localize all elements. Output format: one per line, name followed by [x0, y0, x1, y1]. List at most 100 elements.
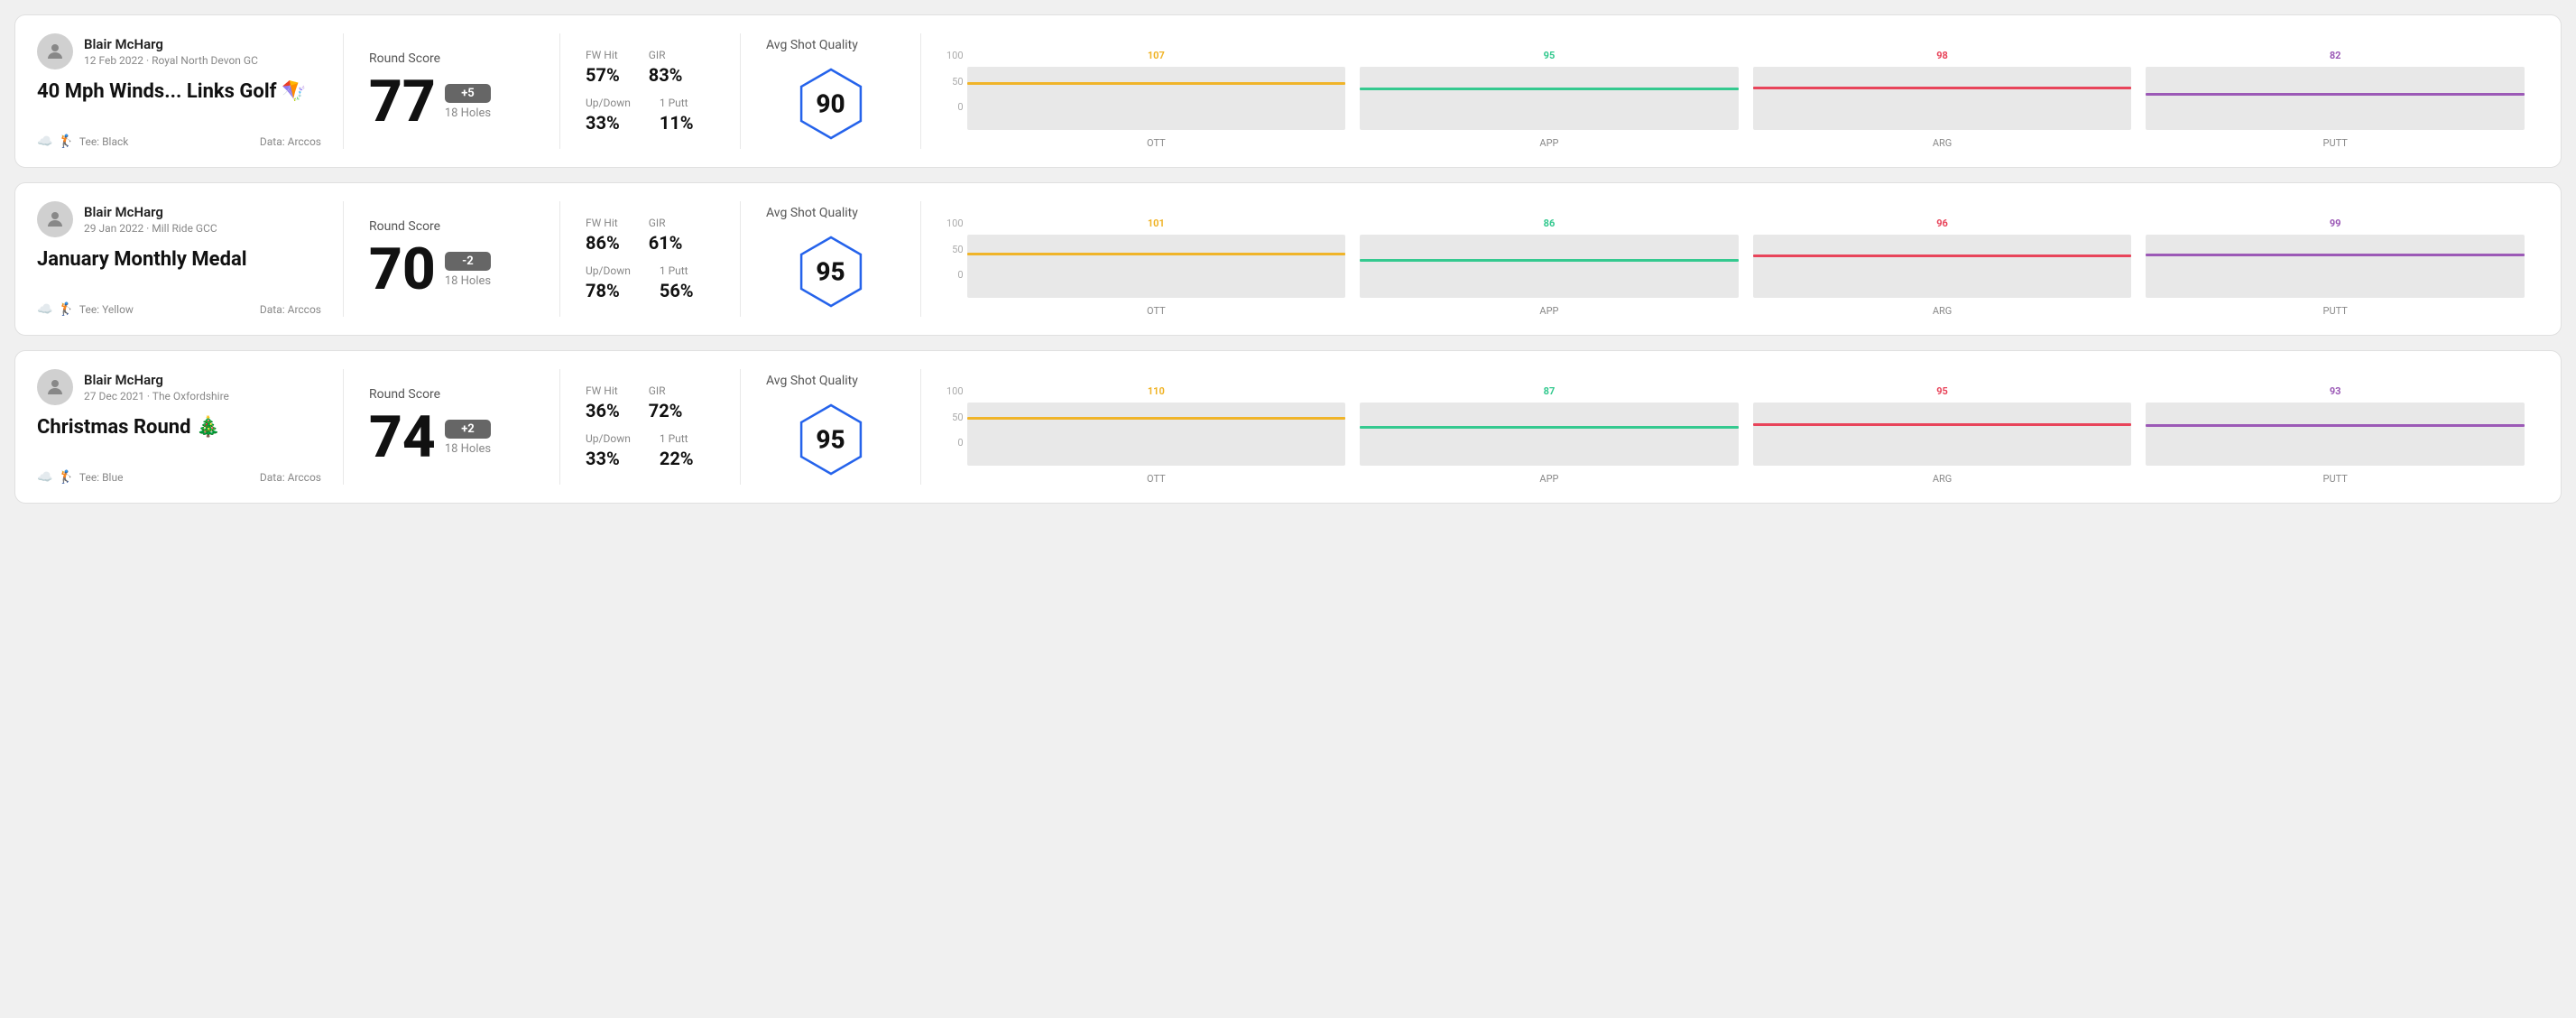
gir-label: GIR	[649, 217, 683, 229]
bar-label: OTT	[1147, 473, 1166, 485]
left-section: Blair McHarg 27 Dec 2021 · The Oxfordshi…	[37, 369, 344, 485]
quality-section: Avg Shot Quality 95	[741, 201, 921, 317]
avatar	[37, 369, 73, 405]
stats-row-bottom: Up/Down 33% 1 Putt 11%	[586, 97, 715, 134]
bag-icon: 🏌	[58, 470, 73, 485]
bar-bg	[1753, 235, 2132, 298]
user-name: Blair McHarg	[84, 372, 229, 388]
chart-col-putt: 99 PUTT	[2146, 217, 2525, 317]
bar-bg	[2146, 403, 2525, 466]
bar-fill	[2146, 254, 2525, 256]
updown-value: 78%	[586, 280, 631, 301]
chart-col-app: 86 APP	[1360, 217, 1739, 317]
bar-bg	[1753, 403, 2132, 466]
bar-label: OTT	[1147, 305, 1166, 317]
score-number: 70	[369, 241, 436, 299]
quality-score: 95	[816, 257, 845, 287]
fw-hit-value: 36%	[586, 400, 620, 421]
user-info: Blair McHarg 27 Dec 2021 · The Oxfordshi…	[37, 369, 321, 405]
avg-shot-quality-label: Avg Shot Quality	[766, 374, 858, 388]
bar-fill	[2146, 424, 2525, 427]
chart-y-50: 50	[952, 244, 963, 255]
chart-col-ott: 110 OTT	[967, 385, 1346, 485]
bar-bg	[1360, 403, 1739, 466]
fw-hit-stat: FW Hit 57%	[586, 49, 620, 86]
bar-value: 110	[1148, 385, 1165, 397]
score-detail-col: +2 18 Holes	[445, 420, 491, 456]
quality-score: 95	[816, 425, 845, 455]
bar-bg	[2146, 235, 2525, 298]
stats-row-top: FW Hit 36% GIR 72%	[586, 384, 715, 421]
fw-hit-value: 86%	[586, 232, 620, 254]
chart-col-arg: 96 ARG	[1753, 217, 2132, 317]
chart-section: 100 50 0 110 OTT 87	[921, 369, 2539, 485]
bar-fill	[1360, 426, 1739, 429]
middle-section: Round Score 77 +5 18 Holes	[344, 33, 560, 149]
avatar	[37, 33, 73, 69]
gir-value: 83%	[649, 64, 683, 86]
chart-y-100: 100	[946, 50, 964, 61]
oneputt-stat: 1 Putt 11%	[660, 97, 694, 134]
stats-row-top: FW Hit 86% GIR 61%	[586, 217, 715, 254]
tee-label: Tee: Blue	[79, 471, 124, 484]
updown-stat: Up/Down 33%	[586, 97, 631, 134]
stats-row-bottom: Up/Down 33% 1 Putt 22%	[586, 432, 715, 469]
avatar	[37, 201, 73, 237]
chart-col-arg: 95 ARG	[1753, 385, 2132, 485]
quality-section: Avg Shot Quality 95	[741, 369, 921, 485]
left-section: Blair McHarg 29 Jan 2022 · Mill Ride GCC…	[37, 201, 344, 317]
gir-label: GIR	[649, 384, 683, 397]
bar-bg	[1360, 67, 1739, 130]
round-title: January Monthly Medal	[37, 248, 321, 271]
bar-bg	[967, 403, 1346, 466]
score-badge: +2	[445, 420, 491, 439]
chart-y-100: 100	[946, 385, 964, 397]
score-holes: 18 Holes	[445, 106, 491, 120]
bar-bg	[967, 67, 1346, 130]
tee-info: ☁️ 🏌 Tee: Blue	[37, 470, 123, 485]
bar-fill	[1360, 259, 1739, 262]
bar-bg	[967, 235, 1346, 298]
bar-value: 87	[1544, 385, 1556, 397]
bar-label: OTT	[1147, 137, 1166, 149]
bar-value: 82	[2330, 50, 2341, 61]
oneputt-value: 11%	[660, 112, 694, 134]
round-score-label: Round Score	[369, 387, 534, 402]
chart-col-putt: 82 PUTT	[2146, 50, 2525, 149]
updown-value: 33%	[586, 112, 631, 134]
user-name: Blair McHarg	[84, 36, 258, 52]
round-title: Christmas Round 🎄	[37, 416, 321, 439]
bar-label: PUTT	[2323, 305, 2348, 317]
bar-fill	[1753, 423, 2132, 426]
score-detail-col: +5 18 Holes	[445, 84, 491, 120]
oneputt-stat: 1 Putt 22%	[660, 432, 694, 469]
data-source: Data: Arccos	[260, 135, 321, 148]
gir-stat: GIR 83%	[649, 49, 683, 86]
chart-y-0: 0	[957, 437, 963, 449]
score-badge: -2	[445, 252, 491, 271]
user-details: Blair McHarg 12 Feb 2022 · Royal North D…	[84, 36, 258, 67]
user-meta: 12 Feb 2022 · Royal North Devon GC	[84, 54, 258, 67]
round-card-0: Blair McHarg 12 Feb 2022 · Royal North D…	[14, 14, 2562, 168]
bar-value: 95	[1936, 385, 1948, 397]
round-card-2: Blair McHarg 27 Dec 2021 · The Oxfordshi…	[14, 350, 2562, 504]
chart-section: 100 50 0 107 OTT 95	[921, 33, 2539, 149]
bottom-info: ☁️ 🏌 Tee: Blue Data: Arccos	[37, 470, 321, 485]
bar-value: 93	[2330, 385, 2341, 397]
score-holes: 18 Holes	[445, 442, 491, 456]
gir-label: GIR	[649, 49, 683, 61]
bar-label: APP	[1539, 473, 1558, 485]
updown-label: Up/Down	[586, 432, 631, 445]
hexagon-container: 95	[790, 231, 872, 312]
bar-label: PUTT	[2323, 137, 2348, 149]
updown-label: Up/Down	[586, 97, 631, 109]
quality-score: 90	[816, 89, 845, 119]
bottom-info: ☁️ 🏌 Tee: Yellow Data: Arccos	[37, 302, 321, 317]
hexagon-container: 90	[790, 63, 872, 144]
updown-stat: Up/Down 33%	[586, 432, 631, 469]
stats-section: FW Hit 57% GIR 83% Up/Down 33% 1 Putt 11…	[560, 33, 741, 149]
quality-section: Avg Shot Quality 90	[741, 33, 921, 149]
bar-bg	[2146, 67, 2525, 130]
score-number: 74	[369, 409, 436, 467]
bar-bg	[1360, 235, 1739, 298]
